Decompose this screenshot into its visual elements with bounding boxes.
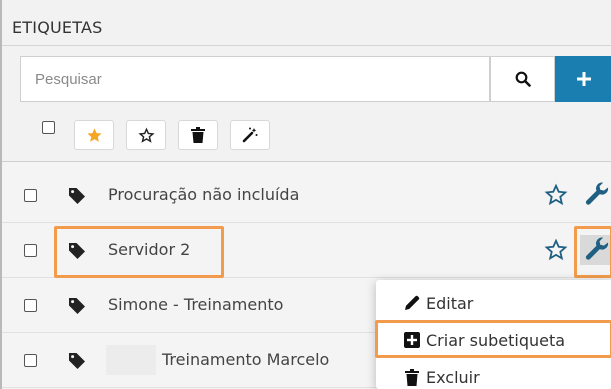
search-icon xyxy=(515,71,531,87)
tag-checkbox[interactable] xyxy=(24,244,37,257)
star-outline-icon xyxy=(544,183,568,206)
wrench-icon xyxy=(585,237,609,260)
tag-checkbox[interactable] xyxy=(24,189,37,202)
tag-options-button[interactable] xyxy=(580,180,611,210)
tag-options-button[interactable] xyxy=(580,235,611,265)
tag-icon xyxy=(69,188,85,204)
menu-item-create-subtag[interactable]: Criar subetiqueta xyxy=(376,323,611,357)
favorite-outline-button[interactable] xyxy=(126,120,166,150)
menu-item-delete[interactable]: Excluir xyxy=(376,360,611,389)
wrench-icon xyxy=(585,182,609,205)
tag-row[interactable]: Servidor 2 xyxy=(2,223,611,278)
panel-header: ETIQUETAS xyxy=(2,0,611,162)
favorite-toggle[interactable] xyxy=(542,236,570,264)
magic-wand-button[interactable] xyxy=(230,120,270,150)
plus-icon xyxy=(577,72,591,86)
tag-icon xyxy=(69,298,85,314)
menu-item-label: Criar subetiqueta xyxy=(426,330,566,350)
tag-checkbox[interactable] xyxy=(24,299,37,312)
pencil-icon xyxy=(403,294,421,312)
panel-title: ETIQUETAS xyxy=(12,18,103,37)
menu-item-label: Editar xyxy=(426,293,474,313)
tag-icon xyxy=(69,353,85,369)
title-divider xyxy=(2,45,611,46)
tag-label: Treinamento Marcelo xyxy=(162,350,330,369)
favorite-toggle[interactable] xyxy=(542,181,570,209)
tag-context-menu: Editar Criar subetiqueta Excluir xyxy=(376,280,611,389)
tag-checkbox[interactable] xyxy=(24,354,37,367)
favorite-filled-button[interactable] xyxy=(74,120,114,150)
add-tag-button[interactable] xyxy=(555,56,611,102)
tag-icon xyxy=(69,243,85,259)
tag-row[interactable]: Procuração não incluída xyxy=(2,168,611,223)
search-bar xyxy=(20,56,611,102)
search-button[interactable] xyxy=(490,56,555,102)
tag-label: Servidor 2 xyxy=(108,240,191,259)
star-outline-icon xyxy=(137,127,155,143)
menu-item-edit[interactable]: Editar xyxy=(376,286,611,320)
search-input[interactable] xyxy=(20,56,490,102)
magic-wand-icon xyxy=(242,127,258,143)
delete-selected-button[interactable] xyxy=(178,120,218,150)
tag-label: Procuração não incluída xyxy=(108,185,300,204)
star-outline-icon xyxy=(544,238,568,261)
menu-item-label: Excluir xyxy=(426,367,480,387)
star-filled-icon xyxy=(86,127,102,142)
trash-icon xyxy=(191,127,205,143)
select-all-checkbox[interactable] xyxy=(42,121,55,134)
trash-icon xyxy=(403,368,421,386)
tags-panel: ETIQUETAS Pesquisar Procuração não inclu… xyxy=(0,0,611,389)
tag-label: Simone - Treinamento xyxy=(108,295,284,314)
plus-square-icon xyxy=(403,331,421,349)
redacted-area xyxy=(106,345,156,375)
